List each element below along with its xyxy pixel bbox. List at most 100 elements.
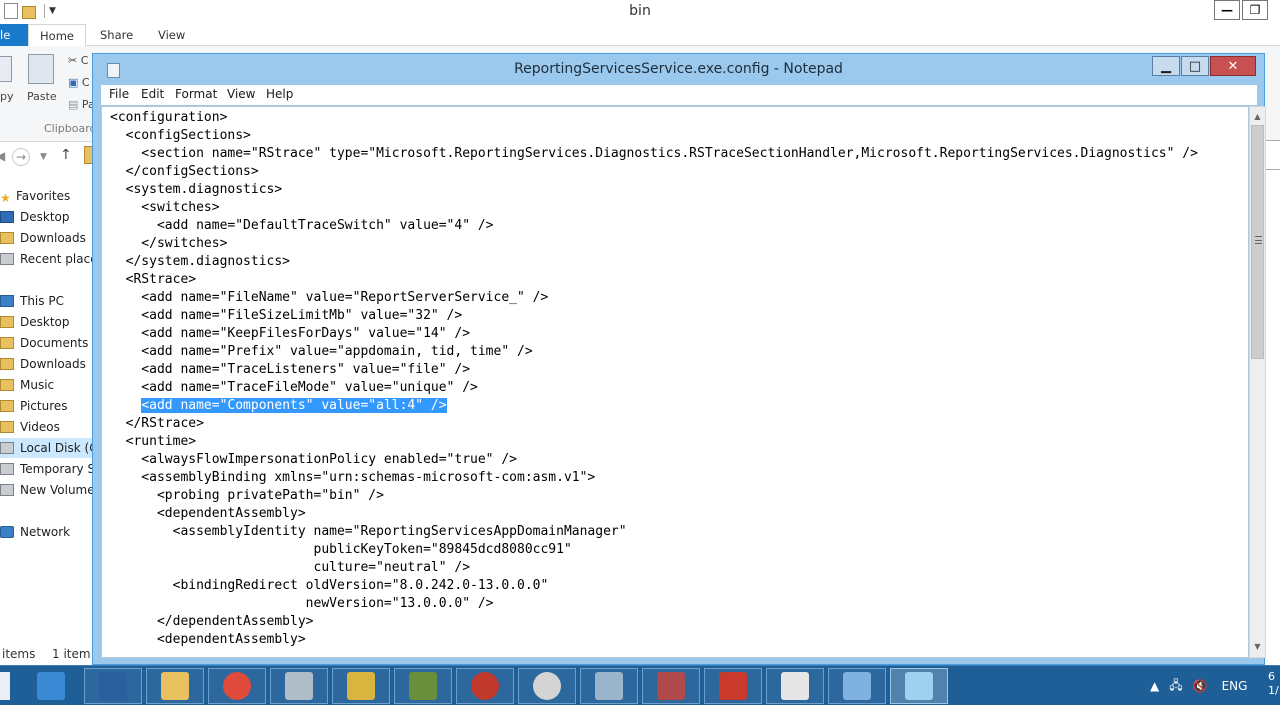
paste-button-label[interactable]: Paste: [27, 90, 57, 103]
taskbar-button-performance-monitor[interactable]: [580, 668, 638, 704]
nav-temporary-storage[interactable]: Temporary St: [0, 459, 96, 479]
nav-documents[interactable]: Documents: [0, 333, 96, 353]
scroll-up-icon[interactable]: ▲: [1250, 109, 1265, 125]
notepad-window-title: ReportingServicesService.exe.config - No…: [514, 61, 843, 77]
minimize-button[interactable]: ▁: [1152, 56, 1180, 76]
cut-button[interactable]: ✂ C: [68, 54, 88, 67]
reporting-config-icon: [657, 672, 685, 700]
taskbar-button-report-builder[interactable]: [766, 668, 824, 704]
explorer-maximize-button[interactable]: ❐: [1242, 0, 1268, 20]
show-hidden-icons[interactable]: ▲: [1150, 679, 1159, 693]
nav-pc-downloads[interactable]: Downloads: [0, 354, 96, 374]
copy-button-label[interactable]: py: [0, 90, 14, 103]
copy-path-button[interactable]: ▣ C: [68, 76, 90, 89]
start-button[interactable]: [0, 672, 10, 700]
back-icon[interactable]: ◀: [0, 149, 5, 163]
taskbar-button-file-explorer[interactable]: [146, 668, 204, 704]
powershell-icon: [99, 672, 127, 700]
menu-view[interactable]: View: [227, 87, 255, 101]
nav-pictures[interactable]: Pictures: [0, 396, 96, 416]
tab-home[interactable]: Home: [28, 24, 86, 46]
maximize-icon: □: [1188, 58, 1202, 74]
close-icon: ✕: [1227, 58, 1239, 74]
clock-time: 6: [1268, 670, 1275, 683]
taskbar-button-chrome[interactable]: [208, 668, 266, 704]
explorer-minimize-button[interactable]: —: [1214, 0, 1240, 20]
sql-config-icon: [409, 672, 437, 700]
scrollbar-thumb[interactable]: [1251, 125, 1264, 359]
drive-icon: [0, 442, 14, 454]
recent-locations-icon[interactable]: ▼: [40, 152, 47, 162]
drive-icon: [0, 484, 14, 496]
notepad-titlebar[interactable]: ReportingServicesService.exe.config - No…: [93, 54, 1264, 85]
compass-icon: [471, 672, 499, 700]
nav-local-disk[interactable]: Local Disk (C:: [0, 438, 96, 458]
menu-format[interactable]: Format: [175, 87, 217, 101]
report-builder-icon: [781, 672, 809, 700]
nav-videos[interactable]: Videos: [0, 417, 96, 437]
taskbar-button-powershell[interactable]: [84, 668, 142, 704]
nav-network[interactable]: Network: [0, 522, 96, 542]
notepad-menubar: File Edit Format View Help: [101, 85, 1257, 105]
taskbar-button-reporting-config[interactable]: [642, 668, 700, 704]
system-tray: ▲ 🖧 🔇 ENG: [1150, 666, 1257, 706]
vertical-scrollbar[interactable]: ▲ ▼: [1249, 106, 1266, 658]
nav-pc-desktop[interactable]: Desktop: [0, 312, 96, 332]
ribbon-tabs: le Home Share View: [0, 24, 1280, 46]
close-button[interactable]: ✕: [1210, 56, 1256, 76]
nav-new-volume[interactable]: New Volume: [0, 480, 96, 500]
explorer-status-bar: items 1 item s: [0, 646, 101, 666]
drive-icon: [0, 463, 14, 475]
nav-recent-places[interactable]: Recent places: [0, 249, 96, 269]
clock[interactable]: 6 1/: [1268, 670, 1279, 698]
downloads-folder-icon: [0, 232, 14, 244]
cut-label: C: [80, 54, 89, 67]
nav-desktop[interactable]: Desktop: [0, 207, 96, 227]
tab-view[interactable]: View: [158, 24, 185, 46]
nav-favorites[interactable]: ★ Favorites: [0, 186, 96, 206]
selected-text: <add name="Components" value="all:4" />: [141, 398, 447, 413]
editor-content: <configuration> <configSections> <sectio…: [110, 109, 1198, 649]
taskbar-button-services-gear[interactable]: [270, 668, 328, 704]
file-explorer-icon: [161, 672, 189, 700]
taskbar: ▲ 🖧 🔇 ENG 6 1/: [0, 665, 1280, 705]
text-before-selection: <configuration> <configSections> <sectio…: [110, 110, 1198, 395]
scroll-down-icon[interactable]: ▼: [1250, 639, 1265, 655]
text-editor[interactable]: <configuration> <configSections> <sectio…: [101, 106, 1249, 658]
performance-monitor-icon: [595, 672, 623, 700]
taskbar-button-compass[interactable]: [456, 668, 514, 704]
taskbar-button-sql-config[interactable]: [394, 668, 452, 704]
tab-share[interactable]: Share: [100, 24, 133, 46]
paste-icon[interactable]: [28, 54, 54, 84]
chrome-icon: [223, 672, 251, 700]
volume-muted-icon[interactable]: 🔇: [1193, 679, 1208, 693]
nav-downloads[interactable]: Downloads: [0, 228, 96, 248]
taskbar-button-network-admin[interactable]: [828, 668, 886, 704]
forward-icon[interactable]: →: [12, 148, 30, 166]
desktop-icon: [0, 211, 14, 223]
tab-file[interactable]: le: [0, 24, 28, 46]
taskbar-button-toolbox[interactable]: [704, 668, 762, 704]
grip-icon: [1255, 236, 1262, 244]
up-icon[interactable]: ↑: [60, 147, 72, 163]
pictures-folder-icon: [0, 400, 14, 412]
menu-help[interactable]: Help: [266, 87, 293, 101]
taskbar-button-clock[interactable]: [518, 668, 576, 704]
taskbar-button-server-manager[interactable]: [22, 668, 80, 704]
nav-this-pc[interactable]: This PC: [0, 291, 96, 311]
maximize-button[interactable]: □: [1181, 56, 1209, 76]
paste-shortcut-button[interactable]: ▤ Pa: [68, 98, 95, 111]
copy-icon[interactable]: [0, 56, 12, 82]
menu-file[interactable]: File: [109, 87, 129, 101]
nav-music[interactable]: Music: [0, 375, 96, 395]
taskbar-button-component-services[interactable]: [332, 668, 390, 704]
network-admin-icon: [843, 672, 871, 700]
music-folder-icon: [0, 379, 14, 391]
menu-edit[interactable]: Edit: [141, 87, 164, 101]
taskbar-button-notepad[interactable]: [890, 668, 948, 704]
language-indicator[interactable]: ENG: [1222, 679, 1248, 693]
explorer-window-title: bin: [629, 3, 651, 19]
network-status-icon[interactable]: 🖧: [1169, 676, 1182, 697]
services-gear-icon: [285, 672, 313, 700]
clipboard-group-label: Clipboard: [44, 122, 97, 135]
